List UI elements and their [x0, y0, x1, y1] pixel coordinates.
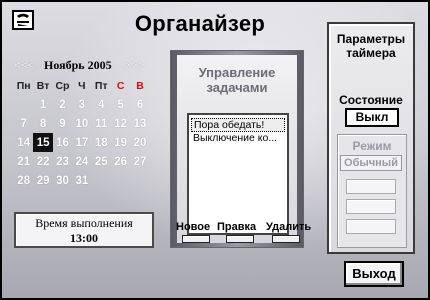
- timer-state-label: Состояние: [339, 93, 403, 107]
- calendar-weekday: Пн: [16, 79, 31, 92]
- timer-state-toggle[interactable]: Выкл: [345, 108, 399, 127]
- calendar-day[interactable]: 6: [130, 95, 149, 114]
- task-panel: Управление задачами Пора обедать! Выключе…: [170, 50, 304, 248]
- calendar-day[interactable]: 21: [14, 152, 33, 171]
- calendar-day[interactable]: 3: [72, 95, 91, 114]
- calendar-week-row: 14 15 16 17 18 19 20: [14, 133, 150, 152]
- task-list[interactable]: Пора обедать! Выключение ко...: [187, 113, 289, 235]
- calendar-day[interactable]: 13: [130, 114, 149, 133]
- edit-task-label: Правка: [217, 221, 257, 233]
- calendar-week-row: 7 8 9 10 11 12 13: [14, 114, 150, 133]
- timer-mode-label: Режим: [352, 139, 392, 153]
- calendar-day[interactable]: 5: [111, 95, 130, 114]
- new-task-label: Новое: [176, 221, 211, 233]
- task-title-line2: задачами: [206, 80, 268, 95]
- calendar-weekday: С: [116, 79, 125, 92]
- calendar-day[interactable]: 17: [72, 133, 91, 152]
- calendar-header: <<< Ноябрь 2005 >>>: [14, 58, 150, 74]
- edit-task-button[interactable]: [226, 235, 254, 243]
- calendar-month-label: Ноябрь 2005: [44, 58, 112, 72]
- calendar-empty-cell: [14, 95, 33, 114]
- calendar-day[interactable]: 28: [14, 171, 33, 190]
- calendar-day[interactable]: 8: [33, 114, 52, 133]
- delete-task-button[interactable]: [272, 235, 300, 243]
- execution-time-label: Время выполнения: [35, 216, 133, 230]
- calendar-day[interactable]: 14: [14, 133, 33, 152]
- timer-title-line2: таймера: [346, 46, 396, 60]
- task-title-line1: Управление: [198, 65, 276, 80]
- calendar-day[interactable]: 4: [92, 95, 111, 114]
- calendar-day[interactable]: 31: [72, 171, 91, 190]
- calendar-day[interactable]: 30: [53, 171, 72, 190]
- timer-title-line1: Параметры: [336, 32, 406, 46]
- calendar-weekday: В: [136, 79, 144, 92]
- calendar-day[interactable]: 18: [92, 133, 111, 152]
- timer-mode-field-1[interactable]: [346, 179, 396, 194]
- calendar-day[interactable]: 27: [130, 152, 149, 171]
- timer-mode-box: Режим Обычный: [337, 134, 407, 248]
- calendar-grid: Пн Вт Ср Ч Пт С В 1 2 3 4 5 6 7 8 9 10 11 12 13 14 15 16 17 18 19…: [14, 76, 150, 190]
- calendar-weekday-row: Пн Вт Ср Ч Пт С В: [14, 76, 150, 95]
- timer-panel: Параметры таймера Состояние Выкл Режим О…: [327, 22, 415, 254]
- calendar-day[interactable]: 25: [92, 152, 111, 171]
- calendar-day[interactable]: 11: [92, 114, 111, 133]
- calendar-day[interactable]: 16: [53, 133, 72, 152]
- task-list-item[interactable]: Выключение ко...: [191, 132, 285, 146]
- timer-mode-field-3[interactable]: [346, 219, 396, 234]
- timer-mode-select[interactable]: Обычный: [340, 155, 402, 171]
- task-panel-title: Управление задачами: [177, 65, 297, 95]
- calendar-weekday: Ср: [55, 79, 70, 92]
- calendar-day[interactable]: 1: [33, 95, 52, 114]
- next-month-button[interactable]: >>>: [124, 58, 145, 73]
- exit-button[interactable]: Выход: [344, 261, 404, 287]
- calendar-week-row: 21 22 23 24 25 26 27: [14, 152, 150, 171]
- calendar-day[interactable]: 2: [53, 95, 72, 114]
- organizer-window: Органайзер <<< Ноябрь 2005 >>> Пн Вт Ср Ч Пт…: [0, 0, 430, 300]
- task-panel-inner: Управление задачами Пора обедать! Выключе…: [177, 55, 297, 243]
- calendar-empty-cell: [92, 171, 111, 190]
- calendar-day[interactable]: 19: [111, 133, 130, 152]
- calendar-day[interactable]: 23: [53, 152, 72, 171]
- execution-time-value[interactable]: 13:00: [16, 231, 152, 246]
- timer-mode-field-2[interactable]: [346, 199, 396, 214]
- execution-time-box: Время выполнения 13:00: [14, 212, 154, 248]
- calendar-day[interactable]: 10: [72, 114, 91, 133]
- delete-task-label: Удалить: [266, 221, 312, 233]
- calendar-day[interactable]: 20: [130, 133, 149, 152]
- calendar-day[interactable]: 7: [14, 114, 33, 133]
- calendar-day[interactable]: 15: [33, 133, 53, 152]
- app-logo-icon[interactable]: [12, 10, 34, 30]
- prev-month-button[interactable]: <<<: [14, 58, 35, 73]
- calendar-day[interactable]: 26: [111, 152, 130, 171]
- calendar-week-row: 28 29 30 31: [14, 171, 150, 190]
- calendar-empty-cell: [111, 171, 130, 190]
- calendar-day[interactable]: 9: [53, 114, 72, 133]
- calendar-day[interactable]: 24: [72, 152, 91, 171]
- calendar-weekday: Ч: [78, 79, 86, 92]
- calendar-week-row: 123456: [14, 95, 150, 114]
- calendar-day[interactable]: 12: [111, 114, 130, 133]
- calendar-day[interactable]: 22: [33, 152, 52, 171]
- calendar-weekday: Вт: [36, 79, 50, 92]
- task-list-item[interactable]: Пора обедать!: [191, 118, 285, 132]
- timer-panel-title: Параметры таймера: [329, 32, 413, 60]
- app-title: Органайзер: [134, 11, 266, 36]
- new-task-button[interactable]: [182, 235, 210, 243]
- calendar-empty-cell: [130, 171, 149, 190]
- calendar-weekday: Пт: [94, 79, 108, 92]
- calendar-day[interactable]: 29: [33, 171, 52, 190]
